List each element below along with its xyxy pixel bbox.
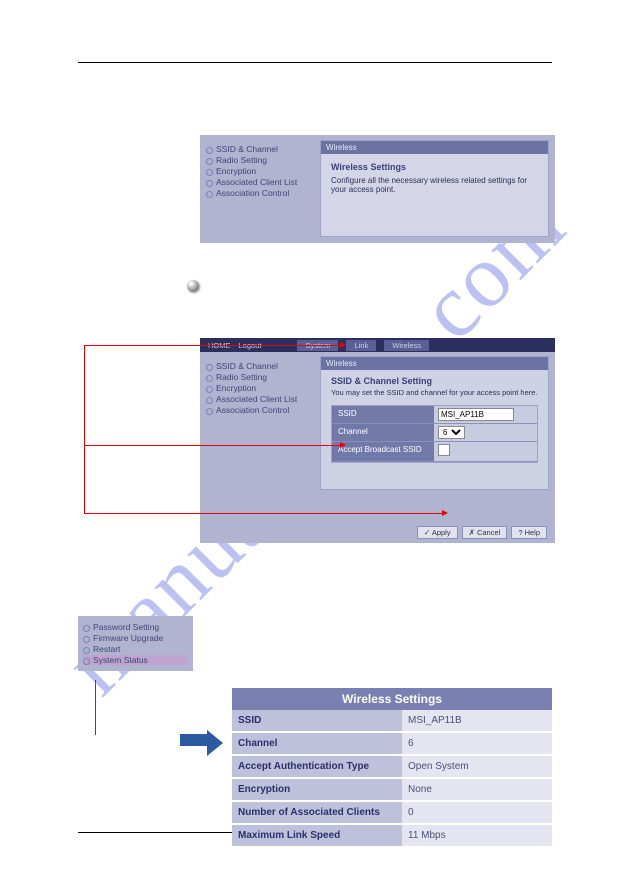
table-row: Maximum Link Speed11 Mbps (232, 825, 552, 848)
sidebar-item-label: Association Control (216, 188, 289, 198)
help-button[interactable]: ? Help (511, 526, 547, 539)
sidebar-item-label: Password Setting (93, 622, 159, 632)
cell-value: None (402, 779, 552, 802)
label-ssid: SSID (332, 406, 434, 424)
sidebar-item-label: Firmware Upgrade (93, 633, 163, 643)
sidebar-system: Password Setting Firmware Upgrade Restar… (78, 616, 193, 671)
ssid-form: SSID Channel 6 Accept Broadcast SSID (331, 405, 538, 463)
table-row: SSIDMSI_AP11B (232, 710, 552, 733)
wireless-settings-table: Wireless Settings SSIDMSI_AP11B Channel6… (232, 688, 552, 848)
wireless-heading: Wireless Settings (321, 154, 548, 174)
select-channel[interactable]: 6 (438, 426, 465, 439)
nav-tab-link[interactable]: Link (346, 340, 376, 351)
cancel-button[interactable]: ✗ Cancel (462, 526, 508, 539)
sidebar-item-assoclist[interactable]: Associated Client List (206, 394, 316, 404)
label-channel: Channel (332, 424, 434, 442)
bullet-icon (187, 280, 199, 292)
sidebar-item-label: Radio Setting (216, 372, 267, 382)
sidebar-item-radio[interactable]: Radio Setting (206, 155, 316, 165)
nav-tab-wireless[interactable]: Wireless (384, 340, 429, 351)
callout-line (84, 345, 85, 445)
ssid-content: Wireless SSID & Channel Setting You may … (320, 356, 549, 490)
sidebar-item-assocctrl[interactable]: Association Control (206, 405, 316, 415)
sidebar-item-label: Association Control (216, 405, 289, 415)
cell-key: Maximum Link Speed (232, 825, 402, 848)
sidebar-item-encryption[interactable]: Encryption (206, 166, 316, 176)
table-row: Accept Authentication TypeOpen System (232, 756, 552, 779)
sidebar-item-system-status[interactable]: System Status (83, 655, 188, 665)
panel-wireless-overview: SSID & Channel Radio Setting Encryption … (200, 135, 555, 243)
sidebar-item-ssid[interactable]: SSID & Channel (206, 144, 316, 154)
callout-line (84, 445, 85, 513)
action-buttons: ✓ Apply ✗ Cancel ? Help (417, 526, 547, 539)
arrow-icon (442, 510, 448, 516)
callout-line (95, 680, 96, 735)
cell-value: 0 (402, 802, 552, 825)
sidebar-item-firmware[interactable]: Firmware Upgrade (83, 633, 188, 643)
wireless-description: Configure all the necessary wireless rel… (321, 174, 548, 196)
wireless-titlebar: Wireless (321, 141, 548, 154)
sidebar-item-ssid[interactable]: SSID & Channel (206, 361, 316, 371)
sidebar-item-label: Associated Client List (216, 394, 297, 404)
sidebar-item-assocctrl[interactable]: Association Control (206, 188, 316, 198)
apply-button[interactable]: ✓ Apply (417, 526, 458, 539)
content-titlebar: Wireless (321, 357, 548, 370)
checkbox-abssid[interactable] (438, 444, 450, 456)
input-ssid[interactable] (438, 408, 514, 421)
cell-value: MSI_AP11B (402, 710, 552, 733)
sidebar-item-label: Encryption (216, 383, 256, 393)
sidebar-item-assoclist[interactable]: Associated Client List (206, 177, 316, 187)
sidebar-item-label: SSID & Channel (216, 144, 278, 154)
arrow-icon (340, 342, 346, 348)
row-abssid: Accept Broadcast SSID (332, 442, 537, 462)
ssid-description: You may set the SSID and channel for you… (321, 388, 548, 401)
sidebar-wireless: SSID & Channel Radio Setting Encryption … (206, 143, 316, 199)
sidebar-item-label: SSID & Channel (216, 361, 278, 371)
sidebar-item-password[interactable]: Password Setting (83, 622, 188, 632)
cell-key: Channel (232, 733, 402, 756)
label-abssid: Accept Broadcast SSID (332, 442, 434, 462)
sidebar-item-label: System Status (93, 655, 148, 665)
cell-key: Accept Authentication Type (232, 756, 402, 779)
sidebar-item-label: Radio Setting (216, 155, 267, 165)
page-top-rule (78, 62, 552, 63)
cell-value: 6 (402, 733, 552, 756)
big-arrow-icon (180, 730, 223, 756)
cell-key: Encryption (232, 779, 402, 802)
sidebar-wireless-2: SSID & Channel Radio Setting Encryption … (206, 360, 316, 416)
table-row: EncryptionNone (232, 779, 552, 802)
row-channel: Channel 6 (332, 424, 537, 442)
table-header: Wireless Settings (232, 688, 552, 710)
sidebar-item-encryption[interactable]: Encryption (206, 383, 316, 393)
sidebar-item-radio[interactable]: Radio Setting (206, 372, 316, 382)
row-ssid: SSID (332, 406, 537, 424)
callout-line (84, 513, 442, 514)
sidebar-item-restart[interactable]: Restart (83, 644, 188, 654)
cell-key: Number of Associated Clients (232, 802, 402, 825)
cell-key: SSID (232, 710, 402, 733)
sidebar-item-label: Restart (93, 644, 120, 654)
ssid-heading: SSID & Channel Setting (321, 370, 548, 388)
sidebar-item-label: Encryption (216, 166, 256, 176)
arrow-icon (340, 442, 346, 448)
table-row: Channel6 (232, 733, 552, 756)
sidebar-item-label: Associated Client List (216, 177, 297, 187)
cell-value: Open System (402, 756, 552, 779)
callout-line (84, 345, 340, 346)
callout-line (84, 445, 340, 446)
table-row: Number of Associated Clients0 (232, 802, 552, 825)
cell-value: 11 Mbps (402, 825, 552, 848)
wireless-infobox: Wireless Wireless Settings Configure all… (320, 140, 549, 237)
